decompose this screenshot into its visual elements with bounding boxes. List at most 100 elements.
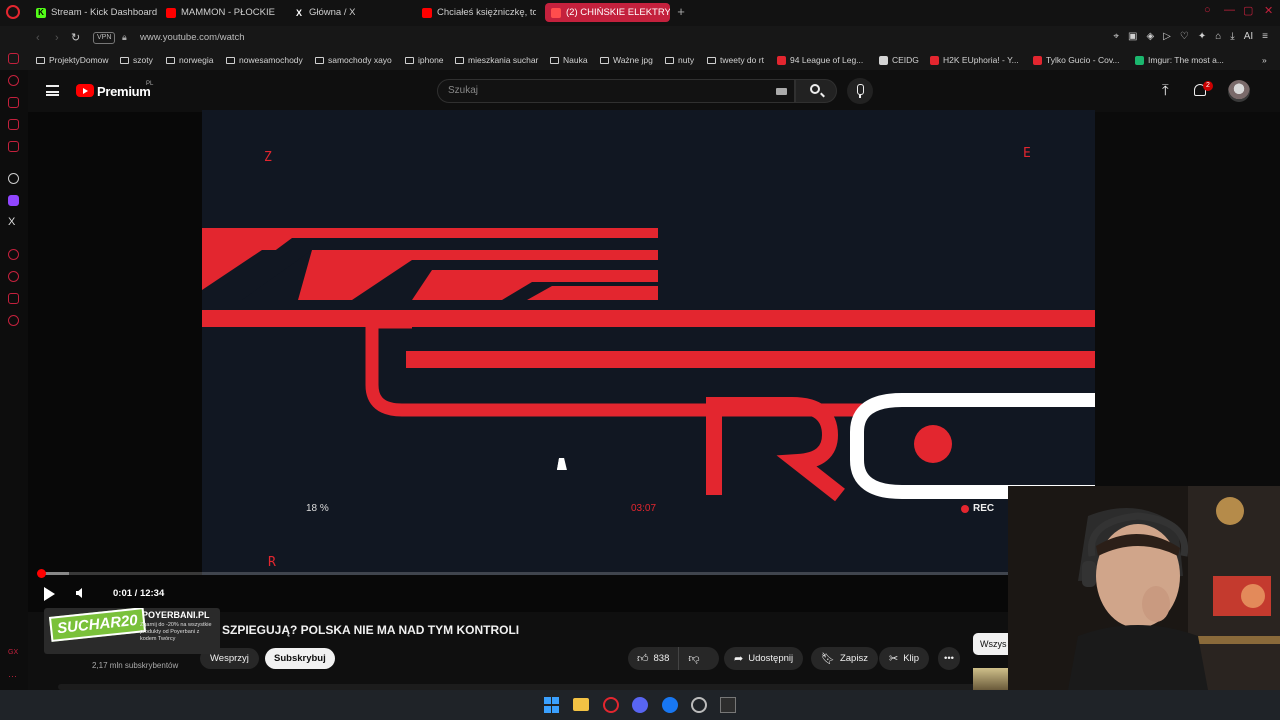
download-icon[interactable]: ⤓: [1230, 31, 1234, 42]
obs-icon[interactable]: [691, 697, 707, 713]
sidebar-clock-icon[interactable]: [8, 271, 19, 282]
opera-gx-taskbar-icon[interactable]: [603, 697, 619, 713]
tab-ksiezniczka[interactable]: Chciałeś księżniczkę, to b: [422, 3, 536, 22]
video-progress-bar[interactable]: [36, 569, 1008, 578]
hamburger-menu-icon[interactable]: [46, 85, 59, 96]
site-icon: [879, 55, 888, 65]
bookmark-wazne-jpg[interactable]: Ważne jpg: [600, 55, 653, 65]
x-icon: X: [295, 7, 302, 18]
bookmark-nuty[interactable]: nuty: [665, 55, 694, 65]
thumbs-down-icon: 👎︎: [688, 653, 700, 665]
tab-mammon[interactable]: MAMMON - PŁOCKIE KOL: [166, 3, 278, 22]
sidebar-twitch-icon[interactable]: [8, 195, 19, 206]
bookmark-iphone[interactable]: iphone: [405, 55, 444, 65]
overlay-rec-indicator: REC: [961, 503, 994, 514]
bookmark-icon: 🔖︎: [821, 653, 835, 665]
bookmark-ceidg[interactable]: CEIDG: [879, 55, 919, 65]
player-icon[interactable]: ▷: [1163, 31, 1171, 42]
maximize-icon[interactable]: ▢: [1243, 4, 1253, 17]
bookmark-label: 94 League of Leg...: [790, 55, 864, 65]
search-input[interactable]: [448, 85, 748, 96]
tab-chinskie-elektryki[interactable]: (2) CHIŃSKIE ELEKTRYKI: [545, 3, 670, 22]
bookmark-league-of-legends[interactable]: 94 League of Leg...: [777, 55, 863, 65]
shield-icon[interactable]: ◈: [1146, 31, 1154, 42]
extensions-icon[interactable]: ✦: [1198, 31, 1206, 42]
like-button[interactable]: 👍︎ 838: [628, 647, 680, 670]
bookmark-tweety-do-rt[interactable]: tweety do rt: [707, 55, 764, 65]
sidebar-cube-icon[interactable]: [8, 293, 19, 304]
search-icon[interactable]: [810, 84, 820, 94]
snapshot-icon[interactable]: ▣: [1128, 31, 1137, 42]
bookmark-h2k-euphoria[interactable]: H2K EUphoria! - Y...: [930, 55, 1019, 65]
minimize-icon[interactable]: —: [1224, 4, 1235, 16]
play-icon[interactable]: [44, 587, 55, 601]
bookmark-tylko-gucio[interactable]: Tylko Gucio - Cov...: [1033, 55, 1120, 65]
bookmark-samochody-xayo[interactable]: samochody xayo: [315, 55, 392, 65]
tab-kick-dashboard[interactable]: K Stream - Kick Dashboard: [36, 3, 157, 22]
bookmark-nauka[interactable]: Nauka: [550, 55, 588, 65]
related-video-thumbnail[interactable]: [973, 668, 1008, 690]
voice-search-mic-icon[interactable]: [847, 78, 873, 104]
account-avatar[interactable]: [1228, 80, 1250, 102]
overlay-percent: 18 %: [306, 503, 329, 514]
save-button[interactable]: 🔖︎ Zapisz: [811, 647, 878, 670]
bookmark-projektydomow[interactable]: ProjektyDomow: [36, 55, 109, 65]
clip-button[interactable]: ✂ Klip: [879, 647, 930, 670]
opera-logo-icon[interactable]: [6, 5, 20, 19]
lock-icon[interactable]: 🔒︎: [122, 32, 127, 43]
tab-label: (2) CHIŃSKIE ELEKTRYKI: [566, 7, 670, 18]
sidebar-chatgpt-icon[interactable]: [8, 173, 19, 184]
webcam-feed-image: [1008, 486, 1280, 690]
discord-icon[interactable]: [632, 697, 648, 713]
sidebar-mail-icon[interactable]: [8, 141, 19, 152]
file-explorer-icon[interactable]: [573, 698, 589, 711]
bookmark-szoty[interactable]: szoty: [120, 55, 153, 65]
sidebar-messenger-icon[interactable]: [8, 119, 19, 130]
sidebar-bag-icon[interactable]: [8, 97, 19, 108]
facebook-icon[interactable]: [662, 697, 678, 713]
sidebar-more-icon[interactable]: ···: [8, 671, 19, 682]
windows-start-icon[interactable]: [544, 697, 560, 713]
reload-icon[interactable]: ↻: [71, 31, 80, 44]
dislike-button[interactable]: 👎︎: [679, 652, 708, 665]
more-horizontal-icon: •••: [944, 653, 954, 664]
bookmark-pin-icon[interactable]: ⌖: [1113, 31, 1119, 42]
bookmark-mieszkania-suchar[interactable]: mieszkania suchar: [455, 55, 538, 65]
heart-icon[interactable]: ♡: [1180, 31, 1189, 42]
promo-overlay[interactable]: SUCHAR20 POYERBANI.PL Zgarnij do -20% na…: [44, 608, 220, 654]
sidebar-gx-icon[interactable]: GX: [8, 649, 19, 660]
more-actions-button[interactable]: •••: [938, 647, 960, 670]
wallet-icon[interactable]: ⌂: [1215, 31, 1221, 42]
progress-scrubber-handle[interactable]: [36, 569, 46, 578]
sidebar-player-icon[interactable]: [8, 249, 19, 260]
bookmark-label: Ważne jpg: [613, 55, 653, 65]
subscriber-count: 2,17 mln subskrybentów: [92, 661, 179, 670]
keyboard-icon[interactable]: [776, 88, 787, 95]
bookmark-nowesamochody[interactable]: nowesamochody: [226, 55, 303, 65]
terminal-icon[interactable]: [720, 697, 736, 713]
close-icon[interactable]: ✕: [1264, 4, 1273, 17]
bookmark-label: szoty: [133, 55, 153, 65]
bookmark-norwegia[interactable]: norwegia: [166, 55, 214, 65]
bookmark-imgur[interactable]: Imgur: The most a...: [1135, 55, 1224, 65]
sidebar-aria-icon[interactable]: [8, 53, 19, 64]
youtube-premium-brand[interactable]: Premium: [97, 84, 151, 99]
tab-x-home[interactable]: X Główna / X: [294, 3, 355, 22]
url-field[interactable]: www.youtube.com/watch: [140, 32, 245, 43]
new-tab-plus-icon[interactable]: +: [674, 5, 688, 19]
youtube-logo-icon[interactable]: [76, 84, 94, 97]
menu-icon[interactable]: ≡: [1262, 31, 1268, 42]
forward-icon[interactable]: ›: [55, 32, 59, 44]
search-tabs-icon[interactable]: ○: [1204, 4, 1211, 16]
upload-icon[interactable]: ⤒: [1162, 83, 1169, 98]
sidebar-x-icon[interactable]: X: [8, 217, 19, 228]
sidebar-settings-icon[interactable]: [8, 315, 19, 326]
sidebar-history-icon[interactable]: [8, 75, 19, 86]
ai-label[interactable]: AI: [1244, 31, 1253, 42]
vpn-badge[interactable]: VPN: [93, 32, 116, 44]
video-title: SZPIEGUJĄ? POLSKA NIE MA NAD TYM KONTROL…: [222, 623, 520, 637]
share-button[interactable]: ➦ Udostępnij: [724, 647, 804, 670]
bookmarks-more-icon[interactable]: »: [1262, 55, 1267, 65]
subscribe-button[interactable]: Subskrybuj: [265, 648, 335, 669]
back-icon[interactable]: ‹: [36, 32, 40, 44]
